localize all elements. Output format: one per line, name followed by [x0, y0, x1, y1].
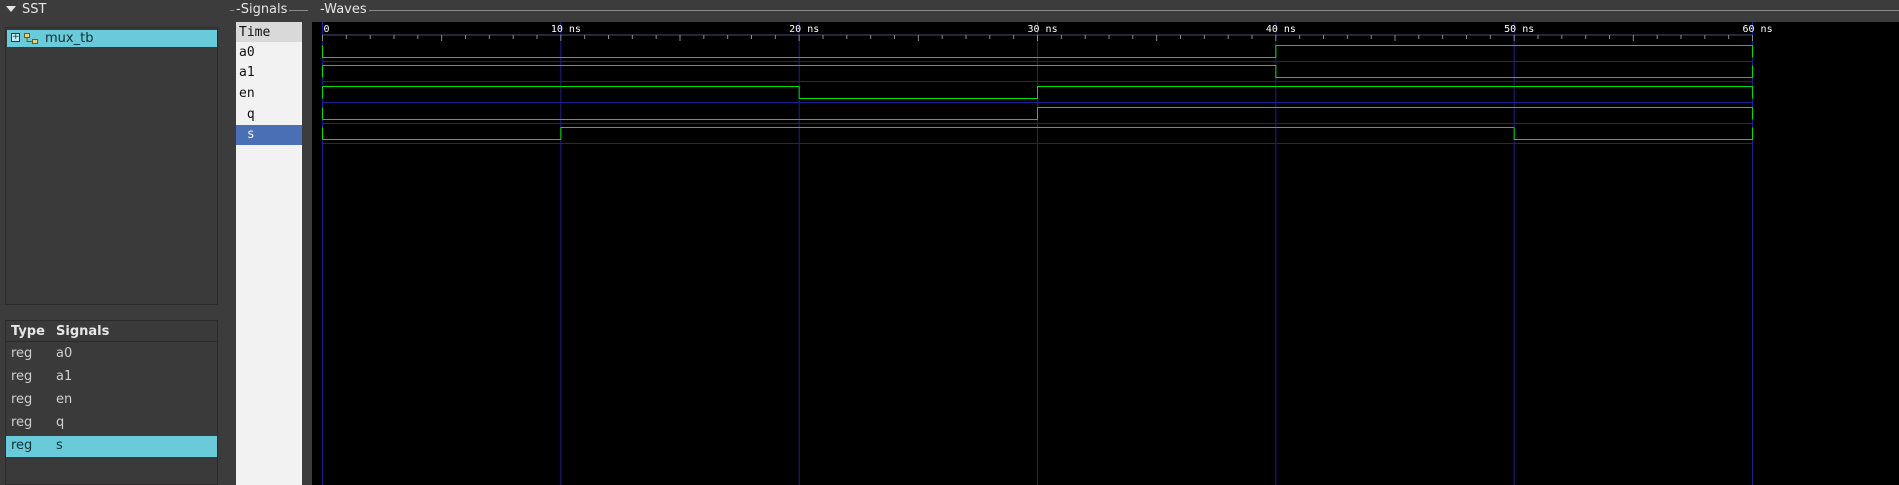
time-tick-label: 20 ns: [789, 24, 819, 35]
waves-header-rule: [318, 10, 1899, 11]
list-item-type: reg: [11, 346, 33, 361]
signal-name: s: [239, 127, 255, 142]
list-item-name: s: [56, 438, 63, 453]
list-item-a1[interactable]: reg a1: [6, 367, 217, 388]
tree-item-label: mux_tb: [45, 31, 94, 46]
time-label: Time: [239, 25, 271, 40]
time-tick-label: 30 ns: [1028, 24, 1058, 35]
collapse-arrow-icon[interactable]: [6, 6, 16, 12]
signal-name: en: [239, 86, 255, 101]
expand-icon[interactable]: +: [11, 33, 20, 42]
list-item-name: a0: [56, 346, 73, 361]
column-header-type[interactable]: Type: [11, 324, 45, 339]
sst-title: SST: [22, 2, 47, 17]
list-item-type: reg: [11, 369, 33, 384]
signal-name: a0: [239, 45, 255, 60]
waves-pane[interactable]: 0 10 ns 20 ns 30 ns 40 ns 50 ns 60 ns: [312, 22, 1899, 485]
waves-pane-title: -Waves: [318, 2, 369, 17]
list-item-a0[interactable]: reg a0: [6, 344, 217, 365]
waves-pane-title-text: Waves: [324, 2, 367, 17]
list-item-q[interactable]: reg q: [6, 413, 217, 434]
signal-row-a0[interactable]: a0: [236, 43, 302, 63]
time-row[interactable]: Time: [236, 22, 302, 42]
signals-pane[interactable]: Time a0 a1 en q s: [236, 22, 302, 485]
tree-item-mux-tb[interactable]: + mux_tb: [7, 30, 217, 47]
list-item-name: en: [56, 392, 73, 407]
waveform-canvas[interactable]: 0 10 ns 20 ns 30 ns 40 ns 50 ns 60 ns: [312, 22, 1899, 485]
signal-row-en[interactable]: en: [236, 84, 302, 104]
list-item-s[interactable]: reg s: [6, 436, 217, 457]
time-tick-label: 60 ns: [1743, 24, 1773, 35]
list-item-type: reg: [11, 438, 33, 453]
waveform-background: [312, 22, 1899, 485]
signal-row-s[interactable]: s: [236, 125, 302, 145]
signals-pane-title: -Signals: [234, 2, 290, 17]
list-item-type: reg: [11, 392, 33, 407]
signal-name: a1: [239, 65, 255, 80]
list-item-name: a1: [56, 369, 73, 384]
signal-name: q: [239, 107, 255, 122]
list-item-type: reg: [11, 415, 33, 430]
time-tick-label: 0: [324, 24, 330, 35]
time-tick-label: 10 ns: [551, 24, 581, 35]
list-item-en[interactable]: reg en: [6, 390, 217, 411]
sst-header[interactable]: SST: [0, 0, 225, 22]
signal-list-panel[interactable]: Type Signals reg a0 reg a1 reg en reg q …: [5, 320, 218, 485]
module-icon: [24, 33, 38, 44]
signal-row-q[interactable]: q: [236, 105, 302, 125]
time-tick-label: 40 ns: [1266, 24, 1296, 35]
column-header-signals[interactable]: Signals: [56, 324, 109, 339]
sst-tree-panel[interactable]: + mux_tb: [5, 27, 218, 305]
header-divider: [6, 341, 217, 342]
list-item-name: q: [56, 415, 65, 430]
pane-splitter[interactable]: [302, 22, 312, 485]
time-tick-label: 50 ns: [1504, 24, 1534, 35]
signals-pane-title-text: Signals: [240, 2, 288, 17]
signal-row-a1[interactable]: a1: [236, 63, 302, 83]
